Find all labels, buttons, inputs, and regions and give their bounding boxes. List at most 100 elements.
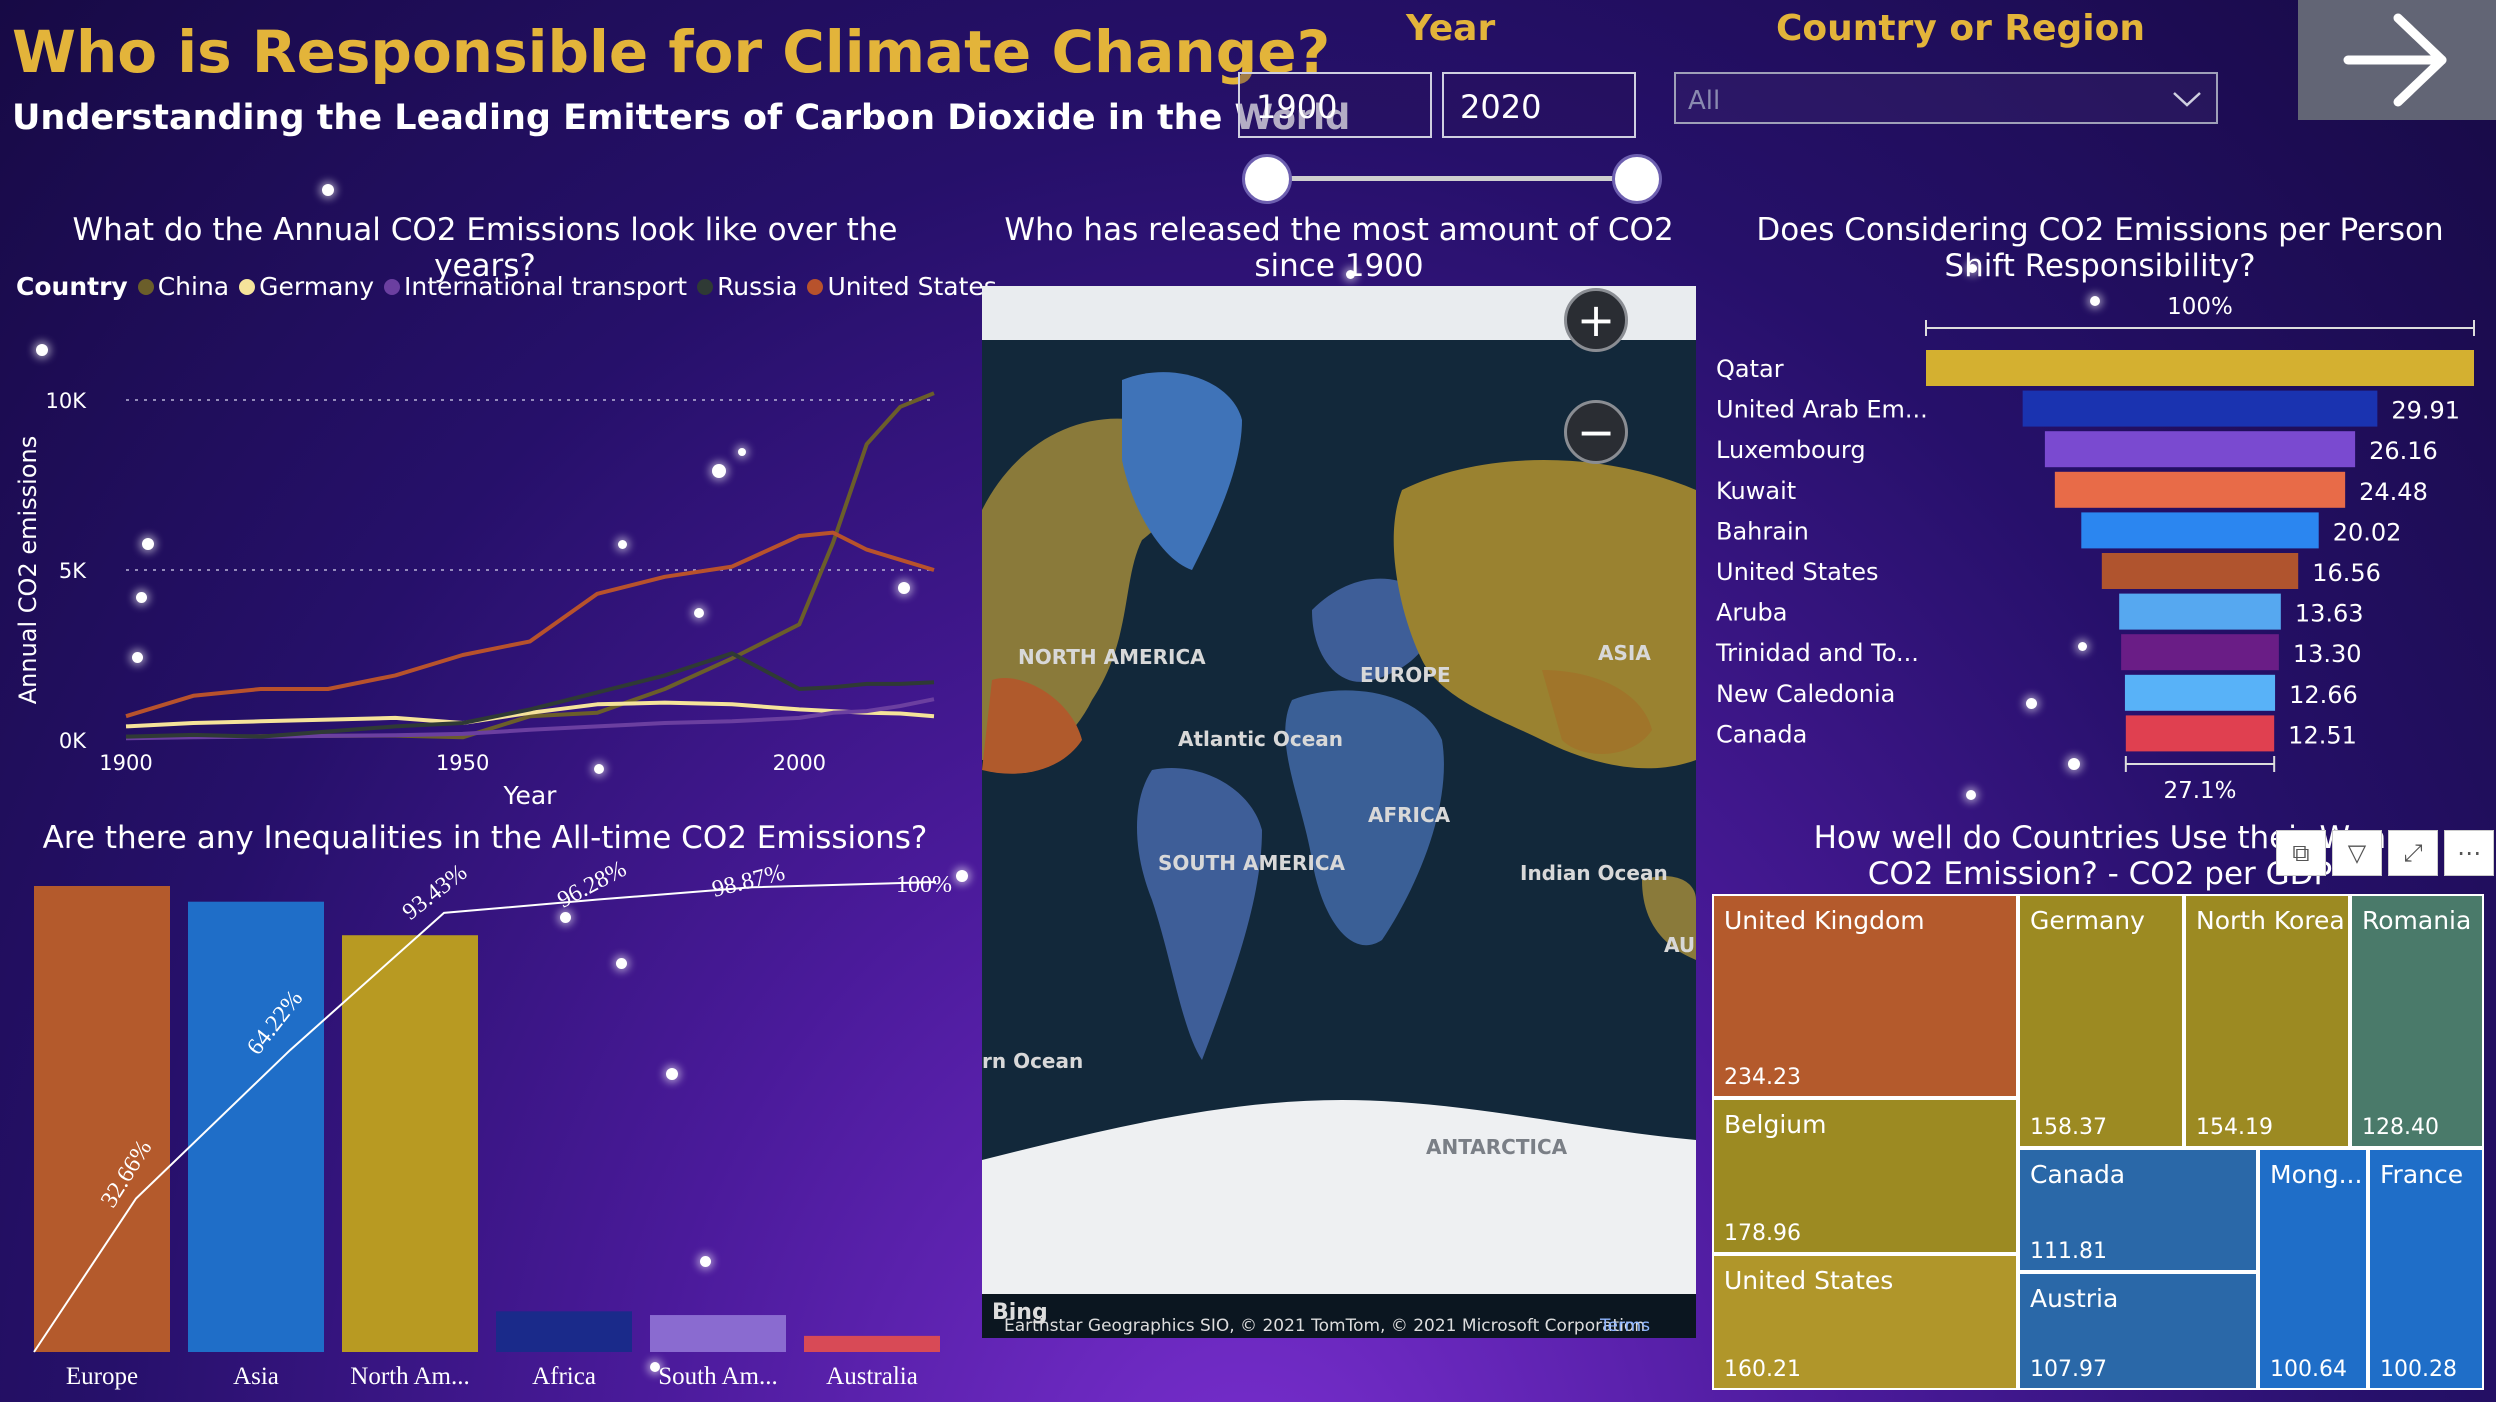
pareto-bar (804, 1335, 940, 1352)
funnel-bar (2054, 471, 2346, 508)
funnel-bar (2022, 390, 2378, 427)
treemap-cell[interactable]: Canada 111.81 (2018, 1148, 2258, 1272)
page-title: Who is Responsible for Climate Change? (12, 18, 1331, 86)
treemap-cell[interactable]: Austria 107.97 (2018, 1272, 2258, 1390)
funnel-category-label: Trinidad and To... (1715, 639, 1919, 667)
funnel-bar (1926, 350, 2474, 386)
funnel-category-label: Bahrain (1716, 517, 1809, 545)
map-label-australia: AU (1664, 933, 1695, 957)
treemap-cell-name: Mong... (2270, 1160, 2363, 1189)
line-chart-legend: Country China Germany International transp… (16, 272, 1007, 301)
world-map[interactable]: NORTH AMERICA EUROPE ASIA Atlantic Ocean… (982, 286, 1696, 1338)
pareto-cumulative-label: 98.87% (710, 860, 788, 903)
treemap-cell[interactable]: France 100.28 (2368, 1148, 2484, 1390)
map-label-southern-ocean: rn Ocean (982, 1049, 1083, 1073)
treemap-cell-value: 154.19 (2196, 1115, 2273, 1140)
series-line-russia (125, 651, 935, 739)
year-slider-end-handle[interactable] (1612, 154, 1662, 204)
legend-dot (697, 278, 714, 295)
year-slider-track[interactable] (1268, 176, 1636, 181)
country-dropdown-value: All (1688, 86, 1721, 116)
funnel-value-label: 13.63 (2295, 600, 2364, 628)
legend-item[interactable]: Russia (697, 272, 797, 301)
zoom-in-button[interactable]: + (1564, 288, 1628, 352)
series-line-china (125, 391, 935, 740)
treemap-cell-value: 160.21 (1724, 1357, 1801, 1382)
treemap-cell[interactable]: North Korea 154.19 (2184, 894, 2350, 1148)
country-dropdown[interactable]: All (1674, 72, 2218, 124)
y-tick-label: 5K (59, 559, 87, 583)
treemap-cell-name: Canada (2030, 1160, 2126, 1189)
expand-icon[interactable]: ⤢ (2388, 830, 2438, 876)
pareto-title: Are there any Inequalities in the All-ti… (42, 820, 928, 856)
legend-item[interactable]: United States (807, 272, 997, 301)
legend-dot (384, 278, 401, 295)
legend-label: United States (827, 272, 997, 301)
funnel-category-label: Canada (1716, 720, 1807, 748)
next-page-button[interactable] (2298, 0, 2496, 120)
y-tick-label: 0K (59, 729, 87, 753)
legend-label: Russia (717, 272, 798, 301)
map-attribution-bar: Bing Earthstar Geographics SIO, © 2021 T… (982, 1294, 1696, 1338)
treemap-cell-name: Austria (2030, 1284, 2119, 1313)
treemap-cell-name: Belgium (1724, 1110, 1827, 1139)
pareto-chart: Europe Asia North Am... Africa South Am... Au… (33, 860, 952, 1390)
map-label-south-america: SOUTH AMERICA (1158, 851, 1346, 875)
treemap-cell[interactable]: Romania 128.40 (2350, 894, 2484, 1148)
legend-item[interactable]: China (137, 272, 229, 301)
filter-icon[interactable]: ▽ (2332, 830, 2382, 876)
funnel-bar (2119, 593, 2281, 630)
pareto-category-label: Asia (233, 1363, 279, 1390)
map-label-antarctica: ANTARCTICA (1426, 1135, 1568, 1159)
map-terms-link[interactable]: Terms (1600, 1316, 1650, 1336)
treemap-cell-name: North Korea (2196, 906, 2345, 935)
year-from-input[interactable]: 1900 (1238, 72, 1432, 138)
map-canvas: NORTH AMERICA EUROPE ASIA Atlantic Ocean… (982, 340, 1696, 1294)
pareto-cumulative-label: 93.43% (398, 860, 472, 925)
pareto-cumulative-label: 100% (896, 872, 952, 898)
x-tick-label: 2000 (773, 751, 826, 775)
treemap-cell-name: United Kingdom (1724, 906, 1925, 935)
legend-item[interactable]: International transport (384, 272, 687, 301)
pareto-category-label: North Am... (350, 1363, 469, 1390)
treemap-cell[interactable]: United Kingdom 234.23 (1712, 894, 2018, 1098)
treemap-cell[interactable]: Mong... 100.64 (2258, 1148, 2368, 1390)
funnel-value-label: 20.02 (2333, 518, 2402, 546)
series-line-international-transport (125, 697, 935, 741)
year-to-input[interactable]: 2020 (1442, 72, 1636, 138)
funnel-bar (2125, 715, 2275, 752)
line-chart: 10K 5K 0K 1900 1950 2000 Annual CO2 emissions Y… (14, 389, 935, 810)
treemap-cell-value: 128.40 (2362, 1115, 2439, 1140)
plus-icon: + (1576, 293, 1616, 347)
funnel-bar (2081, 512, 2319, 549)
map-label-north-america: NORTH AMERICA (1018, 645, 1206, 669)
treemap-cell[interactable]: United States 160.21 (1712, 1254, 2018, 1390)
funnel-bar (2121, 634, 2279, 671)
year-slicer-label: Year (1406, 8, 1496, 49)
treemap-chart: United Kingdom 234.23 Germany 158.37 North K… (1712, 894, 2484, 1390)
pareto-bar (650, 1315, 786, 1352)
funnel-category-label: New Caledonia (1716, 680, 1895, 708)
year-slider-start-handle[interactable] (1242, 154, 1292, 204)
copy-icon[interactable]: ⧉ (2276, 830, 2326, 876)
map-label-atlantic: Atlantic Ocean (1178, 727, 1343, 751)
pareto-bar (188, 901, 324, 1352)
funnel-bottom-label: 27.1% (2163, 778, 2236, 804)
map-attribution: Earthstar Geographics SIO, © 2021 TomTom… (1004, 1316, 1646, 1336)
treemap-cell[interactable]: Germany 158.37 (2018, 894, 2184, 1148)
funnel-category-label: Qatar (1716, 355, 1784, 383)
more-options-icon[interactable]: ⋯ (2444, 830, 2494, 876)
pareto-bar (496, 1311, 632, 1352)
treemap-cell-name: Romania (2362, 906, 2472, 935)
legend-item[interactable]: Germany (239, 272, 374, 301)
map-label-europe: EUROPE (1360, 663, 1451, 687)
legend-dot (807, 278, 824, 295)
map-label-africa: AFRICA (1368, 803, 1451, 827)
minus-icon: − (1576, 405, 1616, 459)
treemap-cell-value: 100.64 (2270, 1357, 2347, 1382)
zoom-out-button[interactable]: − (1564, 400, 1628, 464)
treemap-cell[interactable]: Belgium 178.96 (1712, 1098, 2018, 1254)
map-label-indian-ocean: Indian Ocean (1520, 861, 1668, 885)
funnel-bar (2044, 431, 2356, 468)
y-axis-label: Annual CO2 emissions (14, 436, 42, 705)
